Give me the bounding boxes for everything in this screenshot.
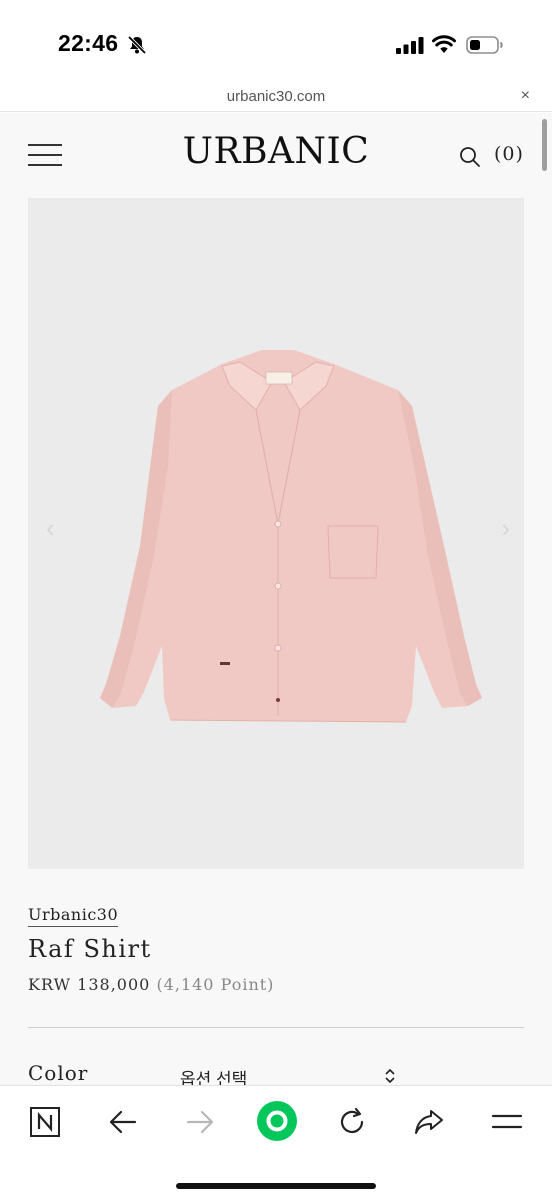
product-price: KRW 138,000 bbox=[28, 975, 151, 994]
product-points: (4,140 Point) bbox=[156, 975, 275, 994]
browser-url-bar[interactable]: urbanic30.com × bbox=[0, 84, 552, 112]
cart-count[interactable]: (0) bbox=[494, 143, 524, 165]
share-icon[interactable] bbox=[409, 1102, 449, 1142]
menu-lines-icon[interactable] bbox=[487, 1102, 527, 1142]
wifi-icon bbox=[432, 35, 456, 53]
browser-toolbar bbox=[0, 1085, 552, 1200]
color-option-select[interactable]: 옵션 선택 bbox=[180, 1065, 247, 1085]
divider bbox=[28, 1027, 524, 1028]
web-page: URBANIC (0) ‹ › Urbanic30 Raf Shirt KRW … bbox=[0, 113, 552, 1085]
brand-link[interactable]: Urbanic30 bbox=[28, 905, 119, 927]
status-time: 22:46 bbox=[58, 30, 119, 56]
reload-icon[interactable] bbox=[332, 1102, 372, 1142]
battery-icon bbox=[466, 36, 503, 54]
product-title: Raf Shirt bbox=[28, 935, 152, 963]
bell-slash-icon bbox=[127, 35, 147, 55]
product-image[interactable]: ‹ › bbox=[28, 198, 524, 869]
color-label: Color bbox=[28, 1061, 89, 1085]
signal-icon bbox=[396, 37, 424, 54]
search-icon[interactable] bbox=[458, 145, 482, 169]
url-text[interactable]: urbanic30.com bbox=[0, 88, 552, 105]
forward-arrow-icon[interactable] bbox=[180, 1102, 220, 1142]
select-chevron-icon[interactable] bbox=[384, 1068, 396, 1084]
next-image-arrow-icon[interactable]: › bbox=[501, 513, 510, 544]
prev-image-arrow-icon[interactable]: ‹ bbox=[46, 513, 55, 544]
naver-icon[interactable] bbox=[25, 1102, 65, 1142]
pink-shirt-image bbox=[100, 350, 482, 723]
back-arrow-icon[interactable] bbox=[103, 1102, 143, 1142]
home-indicator[interactable] bbox=[176, 1183, 376, 1189]
close-icon[interactable]: × bbox=[521, 87, 530, 105]
price-line: KRW 138,000 (4,140 Point) bbox=[28, 975, 274, 994]
green-dot-icon[interactable] bbox=[256, 1100, 298, 1142]
status-bar: 22:46 bbox=[0, 0, 552, 84]
